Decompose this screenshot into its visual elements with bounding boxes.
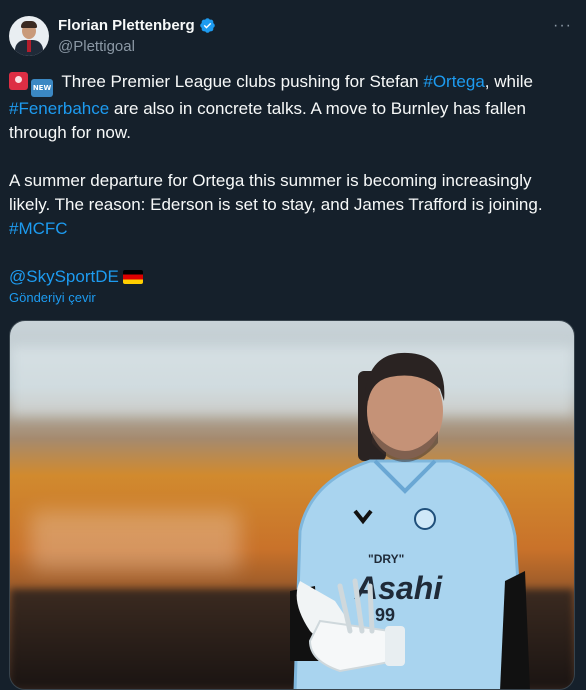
- tweet-media-photo[interactable]: "DRY" Asahi 99: [9, 320, 575, 690]
- hashtag-ortega-link[interactable]: #Ortega: [423, 72, 484, 91]
- hashtag-fenerbahce-link[interactable]: #Fenerbahce: [9, 99, 109, 118]
- author-name[interactable]: Florian Plettenberg: [58, 17, 195, 34]
- shirt-sponsor-text: Asahi: [354, 570, 443, 606]
- germany-flag-icon: [122, 270, 143, 284]
- avatar-tie: [27, 40, 31, 52]
- verified-badge-icon: [199, 18, 215, 33]
- author-name-row[interactable]: Florian Plettenberg: [58, 17, 216, 34]
- mention-skysportde-link[interactable]: @SkySportDE: [9, 267, 119, 286]
- tweet-paragraph-1: NEW Three Premier League clubs pushing f…: [9, 70, 569, 145]
- shirt-text-dry: "DRY": [368, 552, 404, 566]
- siren-emoji-icon: [9, 72, 28, 90]
- author-handle[interactable]: @Plettigoal: [58, 38, 135, 55]
- tweet-text-segment: , while: [484, 72, 533, 91]
- tweet-text: NEW Three Premier League clubs pushing f…: [9, 70, 569, 289]
- tweet-paragraph-3: @SkySportDE: [9, 265, 569, 289]
- more-options-icon[interactable]: ···: [553, 17, 572, 35]
- goalkeeper-figure: "DRY" Asahi 99: [290, 352, 530, 689]
- author-avatar[interactable]: [9, 16, 49, 56]
- tweet-text-segment: A summer departure for Ortega this summe…: [9, 171, 543, 214]
- shirt-number: 99: [375, 605, 395, 625]
- new-emoji-icon: NEW: [31, 79, 53, 97]
- tweet-paragraph-2: A summer departure for Ortega this summe…: [9, 169, 569, 241]
- avatar-hair: [21, 21, 37, 28]
- media-background-signage: [30, 511, 240, 571]
- tweet-text-segment: Three Premier League clubs pushing for S…: [57, 72, 424, 91]
- translate-post-link[interactable]: Gönderiyi çevir: [9, 290, 96, 305]
- hashtag-mcfc-link[interactable]: #MCFC: [9, 219, 68, 238]
- tweet-card: Florian Plettenberg @Plettigoal ··· NEW …: [0, 0, 586, 690]
